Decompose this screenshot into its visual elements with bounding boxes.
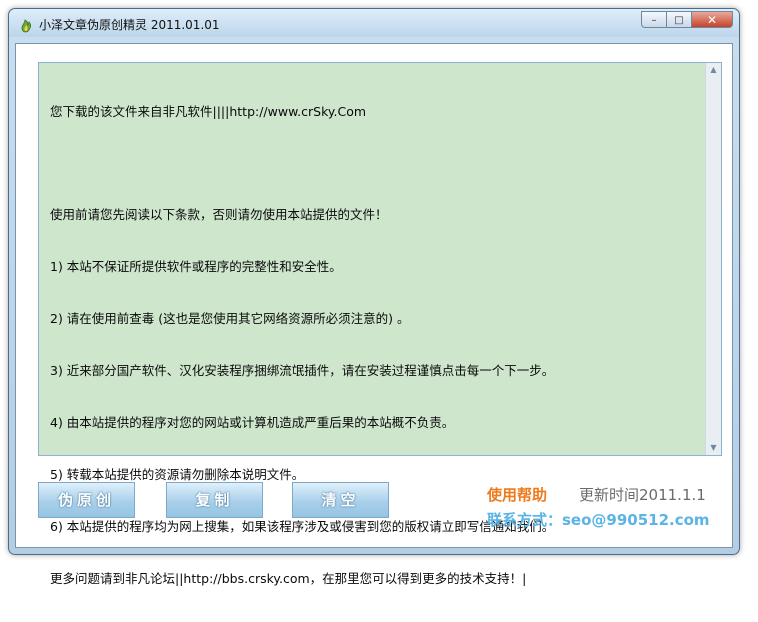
- text-line: 1) 本站不保证所提供软件或程序的完整性和安全性。: [50, 259, 342, 275]
- window-controls: – □ ✕: [641, 11, 733, 28]
- app-icon: [21, 19, 32, 33]
- text-line: 2) 请在使用前查毒 (这也是您使用其它网络资源所必须注意的) 。: [50, 311, 410, 327]
- article-textarea[interactable]: 您下载的该文件来自非凡软件||||http://www.crSky.Com 使用…: [38, 62, 722, 586]
- pseudo-original-button[interactable]: 伪原创: [38, 482, 135, 518]
- copy-button[interactable]: 复制: [166, 482, 263, 518]
- text-line: 您下载的该文件来自非凡软件||||http://www.crSky.Com: [50, 103, 367, 119]
- vertical-scrollbar[interactable]: ▲ ▼: [705, 63, 721, 455]
- title-bar[interactable]: 小泽文章伪原创精灵 2011.01.01 – □ ✕: [9, 9, 739, 37]
- scroll-down-icon[interactable]: ▼: [706, 441, 721, 455]
- text-line: 更多问题请到非凡论坛||http://bbs.crsky.com，在那里您可以得…: [50, 570, 527, 586]
- help-link[interactable]: 使用帮助: [487, 484, 547, 505]
- article-text: 您下载的该文件来自非凡软件||||http://www.crSky.Com 使用…: [50, 68, 701, 622]
- text-line: 4) 由本站提供的程序对您的网站或计算机造成严重后果的本站概不负责。: [50, 414, 455, 430]
- text-line: 3) 近来部分国产软件、汉化安装程序捆绑流氓插件，请在安装过程谨慎点击每一个下一…: [50, 363, 555, 379]
- scroll-up-icon[interactable]: ▲: [706, 63, 721, 77]
- text-line: 使用前请您先阅读以下条款，否则请勿使用本站提供的文件！: [50, 207, 388, 223]
- close-button[interactable]: ✕: [691, 11, 733, 28]
- maximize-button[interactable]: □: [666, 11, 692, 28]
- contact-info: 联系方式：seo@990512.com: [487, 511, 710, 529]
- window-title: 小泽文章伪原创精灵 2011.01.01: [39, 18, 220, 32]
- text-line: 5) 转载本站提供的资源请勿删除本说明文件。: [50, 466, 305, 482]
- minimize-button[interactable]: –: [641, 11, 667, 28]
- update-time: 更新时间2011.1.1: [579, 486, 706, 504]
- clear-button[interactable]: 清空: [292, 482, 389, 518]
- text-line: [50, 154, 701, 171]
- client-area: 您下载的该文件来自非凡软件||||http://www.crSky.Com 使用…: [15, 43, 733, 586]
- app-window: 小泽文章伪原创精灵 2011.01.01 – □ ✕ 您下载的该文件来自非凡软件…: [8, 8, 740, 586]
